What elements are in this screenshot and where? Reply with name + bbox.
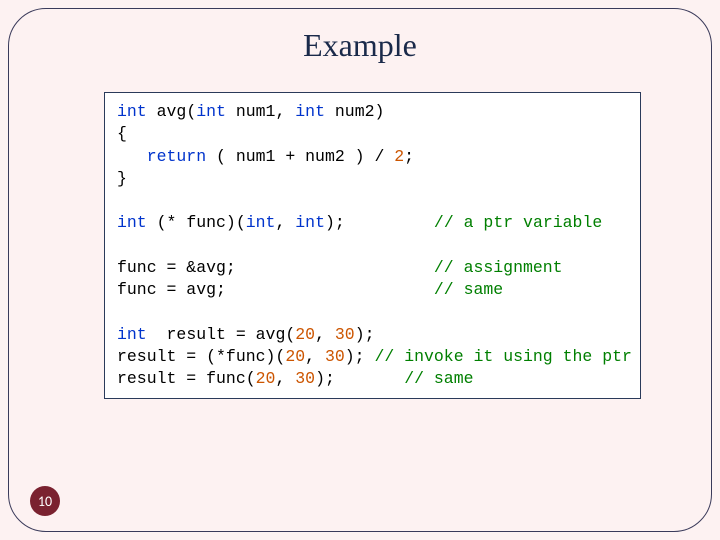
code-line: int result = avg(20, 30); bbox=[117, 324, 628, 346]
code-line: } bbox=[117, 168, 628, 190]
code-line: result = (*func)(20, 30); // invoke it u… bbox=[117, 346, 628, 368]
code-block: int avg(int num1, int num2) { return ( n… bbox=[104, 92, 641, 399]
code-line: result = func(20, 30); // same bbox=[117, 368, 628, 390]
slide-title: Example bbox=[9, 27, 711, 64]
code-line bbox=[117, 235, 628, 257]
code-line: func = &avg; // assignment bbox=[117, 257, 628, 279]
page-number-badge: 10 bbox=[30, 486, 60, 516]
code-line: return ( num1 + num2 ) / 2; bbox=[117, 146, 628, 168]
code-line bbox=[117, 190, 628, 212]
slide-frame: Example int avg(int num1, int num2) { re… bbox=[8, 8, 712, 532]
code-line: int (* func)(int, int); // a ptr variabl… bbox=[117, 212, 628, 234]
code-line: { bbox=[117, 123, 628, 145]
code-line: int avg(int num1, int num2) bbox=[117, 101, 628, 123]
code-line bbox=[117, 301, 628, 323]
code-line: func = avg; // same bbox=[117, 279, 628, 301]
